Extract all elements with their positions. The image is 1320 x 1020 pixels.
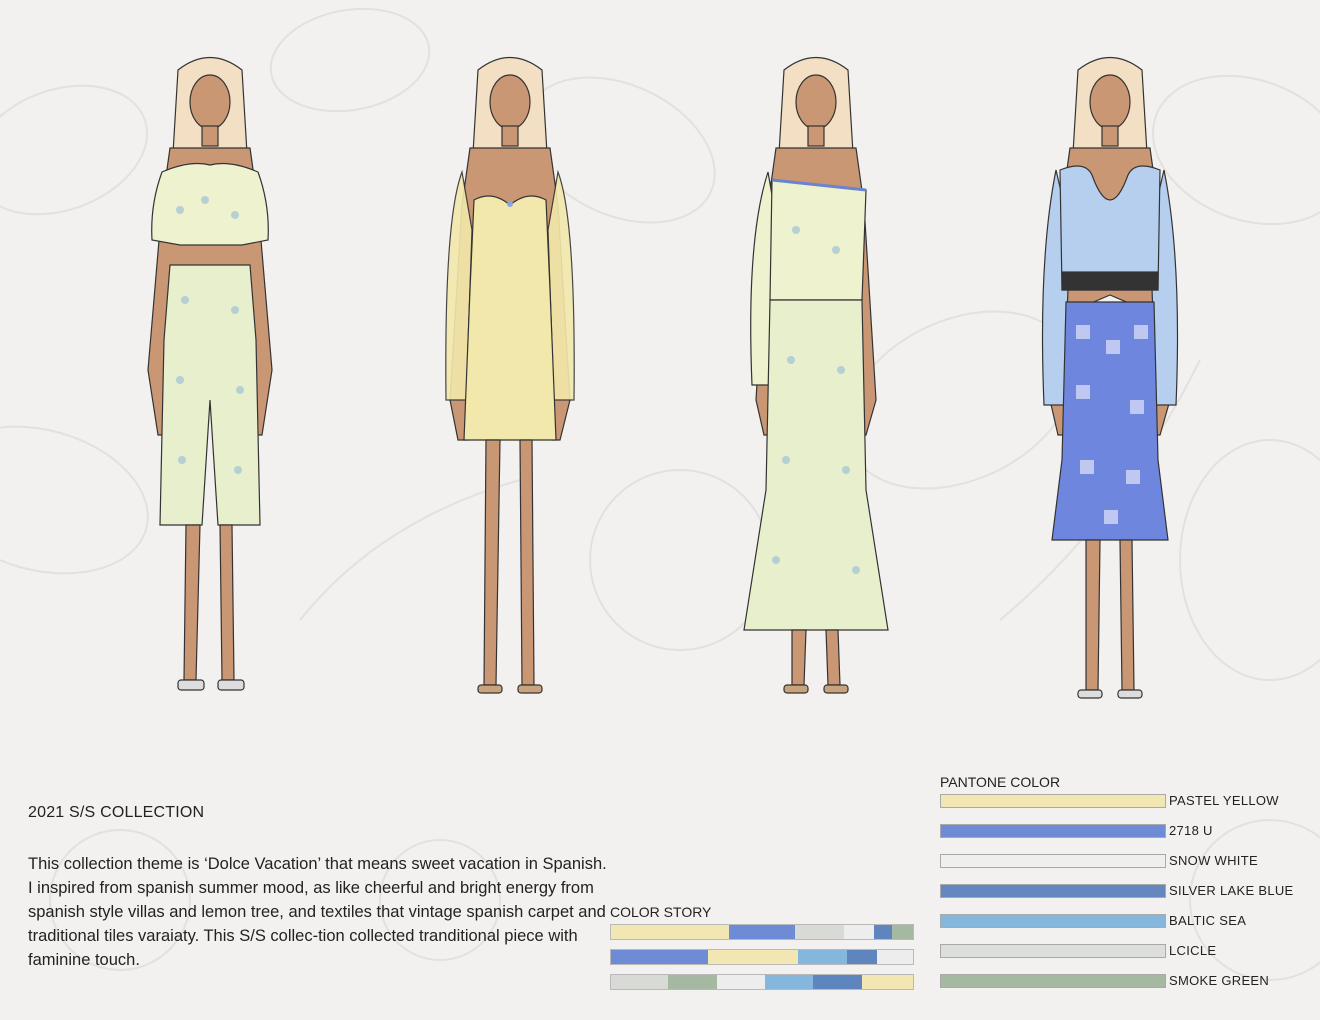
color-story-segment <box>861 975 913 989</box>
color-story-segment <box>611 975 669 989</box>
color-story-segment <box>716 975 765 989</box>
pantone-swatch <box>940 884 1166 898</box>
pantone-label: PASTEL YELLOW <box>1169 793 1279 808</box>
pantone-swatch <box>940 944 1166 958</box>
color-story-bar-1 <box>610 924 914 940</box>
pantone-row: SMOKE GREEN <box>940 973 1300 988</box>
look-2-figure <box>410 40 610 760</box>
pantone-label: SMOKE GREEN <box>1169 973 1270 988</box>
color-story-segment <box>668 975 717 989</box>
look-4-figure <box>1010 40 1210 760</box>
pantone-row: 2718 U <box>940 823 1300 838</box>
color-story-segment <box>843 925 874 939</box>
pantone-label: BALTIC SEA <box>1169 913 1247 928</box>
look-1-figure <box>110 40 310 760</box>
pantone-row: SILVER LAKE BLUE <box>940 883 1300 898</box>
color-story-title: COLOR STORY <box>610 904 712 920</box>
pantone-row: BALTIC SEA <box>940 913 1300 928</box>
pantone-row: LCICLE <box>940 943 1300 958</box>
color-story-segment <box>891 925 913 939</box>
pantone-label: LCICLE <box>1169 943 1217 958</box>
color-story-segment <box>795 925 844 939</box>
color-story-segment <box>707 950 799 964</box>
color-story-segment <box>873 925 892 939</box>
pantone-label: 2718 U <box>1169 823 1213 838</box>
color-story-segment <box>728 925 796 939</box>
collection-description: This collection theme is ‘Dolce Vacation… <box>28 852 608 972</box>
pantone-label: SNOW WHITE <box>1169 853 1258 868</box>
pantone-swatch <box>940 824 1166 838</box>
color-story-bar-2 <box>610 949 914 965</box>
pantone-row: SNOW WHITE <box>940 853 1300 868</box>
collection-title: 2021 S/S COLLECTION <box>28 804 205 821</box>
pantone-label: SILVER LAKE BLUE <box>1169 883 1294 898</box>
color-story-segment <box>798 950 847 964</box>
description-line-2: I inspired from spanish summer mood, as … <box>28 879 606 969</box>
pantone-swatch <box>940 914 1166 928</box>
color-story-segment <box>611 925 729 939</box>
color-story-segment <box>611 950 708 964</box>
pantone-swatch <box>940 974 1166 988</box>
description-line-1: This collection theme is ‘Dolce Vacation… <box>28 855 607 873</box>
color-story-segment <box>846 950 877 964</box>
color-story-segment <box>876 950 913 964</box>
look-3-figure <box>716 40 916 760</box>
pantone-row: PASTEL YELLOW <box>940 793 1300 808</box>
pantone-title: PANTONE COLOR <box>940 774 1061 790</box>
color-story-segment <box>765 975 814 989</box>
color-story-bar-3 <box>610 974 914 990</box>
pantone-swatch <box>940 854 1166 868</box>
color-story-segment <box>813 975 862 989</box>
pantone-swatch <box>940 794 1166 808</box>
